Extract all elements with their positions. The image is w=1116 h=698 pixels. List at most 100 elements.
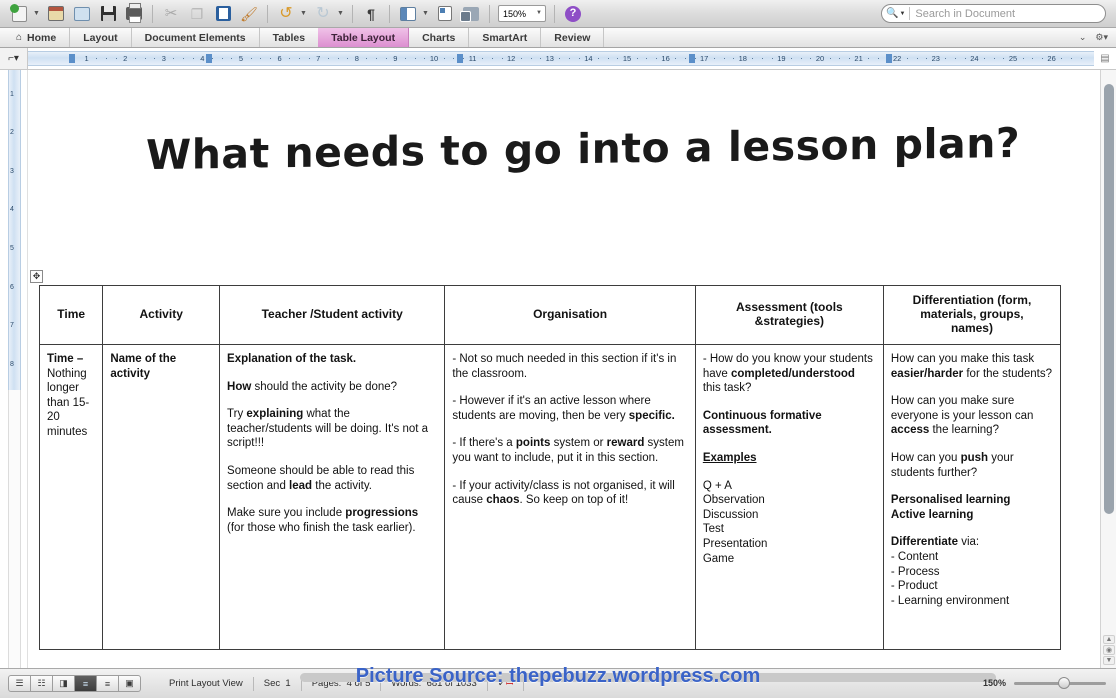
print-icon[interactable]: [122, 3, 146, 25]
media-gallery-icon[interactable]: [459, 3, 483, 25]
tab-layout[interactable]: Layout: [70, 28, 132, 47]
new-document-dropdown-icon[interactable]: ▼: [32, 3, 41, 25]
save-icon[interactable]: [96, 3, 120, 25]
new-from-template-icon[interactable]: [44, 3, 68, 25]
lesson-plan-table[interactable]: Time Activity Teacher /Student activity …: [38, 285, 1062, 650]
cut-icon[interactable]: ✂: [159, 3, 183, 25]
ruler-tick: [1003, 58, 1005, 59]
tab-table-layout-label: Table Layout: [331, 31, 396, 44]
ruler-tick: [877, 58, 879, 59]
vruler-tick-label: 4: [10, 206, 14, 214]
draft-view-button[interactable]: ☰: [8, 675, 31, 692]
help-icon[interactable]: ?: [561, 3, 585, 25]
cell-paragraph: - Process: [890, 565, 940, 578]
ruler-tick: [183, 58, 185, 59]
notebook-icon[interactable]: [433, 3, 457, 25]
outline-view-button[interactable]: ☷: [30, 675, 53, 692]
search-input[interactable]: 🔍 ▼ Search in Document: [881, 4, 1106, 23]
print-layout-view-button[interactable]: ≡: [74, 675, 97, 692]
cell-teacher-student-activity[interactable]: Explanation of the task. How should the a…: [219, 344, 446, 650]
show-formatting-marks-icon[interactable]: ¶: [359, 3, 383, 25]
cell-activity[interactable]: Name of the activity: [102, 344, 221, 650]
ruler-tick: [906, 58, 908, 59]
ruler-tab-stop[interactable]: [457, 54, 464, 63]
scrollbar-arrows[interactable]: ▲ ◉ ▼: [1103, 635, 1115, 666]
status-section: Sec 1: [254, 676, 302, 691]
vruler-tick-label: 5: [10, 245, 14, 252]
ruler-tick-label: 23: [931, 54, 940, 63]
table-move-handle[interactable]: ✥: [30, 270, 43, 283]
ruler-tick: [154, 58, 156, 59]
scroll-down-arrow-icon[interactable]: ▼: [1103, 656, 1115, 665]
copy-icon[interactable]: ❐: [185, 3, 209, 25]
cell-time[interactable]: Time – Nothing longer than 15-20 minutes: [38, 344, 104, 650]
sidebar-dropdown-icon[interactable]: ▼: [421, 3, 430, 25]
ruler-strip[interactable]: 1 2 3 4 5 6 7 8 9 10 11 12 13 14 15 16 17 18 19 20 21 22 23 24 2…: [28, 51, 1094, 66]
ruler-tick-label: 25: [1008, 54, 1018, 63]
ruler-tick: [598, 58, 600, 59]
ruler-tab-stop[interactable]: [885, 54, 892, 63]
ruler-tab-stop[interactable]: [688, 54, 695, 63]
cell-differentiation[interactable]: How can you make this task easier/harder…: [882, 344, 1062, 650]
undo-icon[interactable]: ↺: [274, 3, 298, 25]
ruler-tab-stop[interactable]: [69, 54, 76, 63]
redo-icon[interactable]: ↻: [311, 3, 335, 25]
horizontal-scrollbar[interactable]: [300, 673, 996, 682]
cell-paragraph: Discussion: [702, 508, 759, 521]
cell-assessment[interactable]: - How do you know your students have com…: [694, 344, 884, 650]
vertical-scrollbar[interactable]: ▲ ◉ ▼: [1100, 70, 1116, 668]
vruler-tick-label: 3: [10, 167, 14, 175]
zoom-control[interactable]: 150%: [983, 676, 1106, 689]
tab-tables[interactable]: Tables: [260, 28, 318, 47]
focus-view-button[interactable]: ▣: [118, 675, 141, 692]
tab-charts[interactable]: Charts: [409, 28, 470, 47]
ruler-tick-label: 5: [238, 54, 244, 63]
chevron-down-icon[interactable]: ⌄: [1079, 32, 1087, 43]
ruler-tab-stop[interactable]: [206, 54, 213, 63]
scrollbar-thumb[interactable]: [1104, 84, 1114, 514]
cell-paragraph: How should the activity be done?: [227, 380, 398, 393]
horizontal-ruler[interactable]: ⌐▾ 1 2 3 4 5 6 7 8 9 10 11 12 13 14 15 16 17 18 19 20 21 22 23…: [0, 48, 1116, 70]
tab-review[interactable]: Review: [541, 28, 605, 47]
ruler-tick-label: 13: [545, 54, 554, 63]
gear-icon[interactable]: ⚙▾: [1095, 32, 1108, 43]
scroll-up-arrow-icon[interactable]: ▲: [1103, 635, 1115, 644]
ruler-tick: [762, 58, 764, 59]
open-document-icon[interactable]: [70, 3, 94, 25]
scroll-page-icon[interactable]: ◉: [1103, 645, 1115, 655]
format-painter-icon[interactable]: 🖌: [237, 3, 261, 25]
cell-time-bold: Time –: [47, 353, 84, 365]
document-canvas[interactable]: What needs to go into a lesson plan? ✥ T…: [28, 70, 1100, 668]
cell-paragraph: Explanation of the task.: [227, 353, 357, 365]
new-document-icon[interactable]: [7, 3, 31, 25]
paste-icon[interactable]: [211, 3, 235, 25]
column-header-assessment: Assessment (tools &strategies): [694, 285, 884, 345]
zoom-slider[interactable]: [1014, 676, 1106, 689]
tab-stop-selector[interactable]: ⌐▾: [0, 48, 28, 69]
ruler-tick: [298, 58, 300, 59]
vertical-ruler-inactive[interactable]: [8, 390, 21, 668]
tab-home[interactable]: ⌂ Home: [0, 28, 71, 47]
zoom-slider-thumb[interactable]: [1058, 676, 1070, 689]
redo-dropdown-icon[interactable]: ▼: [336, 3, 345, 25]
tab-document-elements[interactable]: Document Elements: [132, 28, 260, 47]
notebook-layout-view-icon: ≡: [104, 678, 111, 689]
sidebar-icon[interactable]: [396, 3, 420, 25]
ruler-tick-label: 20: [815, 54, 825, 63]
undo-dropdown-icon[interactable]: ▼: [299, 3, 308, 25]
ruler-tick-label: 4: [200, 54, 205, 63]
publishing-layout-view-button[interactable]: ◨: [52, 675, 75, 692]
tab-charts-label: Charts: [422, 31, 456, 44]
cell-paragraph: Presentation: [702, 537, 768, 550]
zoom-select[interactable]: 150% ▼: [498, 5, 546, 22]
tab-table-layout[interactable]: Table Layout: [318, 28, 410, 47]
column-header-teacher-student-activity: Teacher /Student activity: [219, 285, 446, 345]
tab-smartart[interactable]: SmartArt: [469, 28, 542, 47]
vertical-ruler-active[interactable]: 1 2 3 4 5 6 7 8: [8, 70, 21, 390]
ruler-tick: [173, 58, 175, 59]
cell-organisation[interactable]: - Not so much needed in this section if …: [444, 344, 696, 650]
notebook-layout-view-button[interactable]: ≡: [96, 675, 119, 692]
vertical-ruler[interactable]: 1 2 3 4 5 6 7 8: [0, 70, 28, 668]
ruler-tick: [250, 58, 252, 59]
ruler-tick-label: 11: [468, 54, 477, 63]
